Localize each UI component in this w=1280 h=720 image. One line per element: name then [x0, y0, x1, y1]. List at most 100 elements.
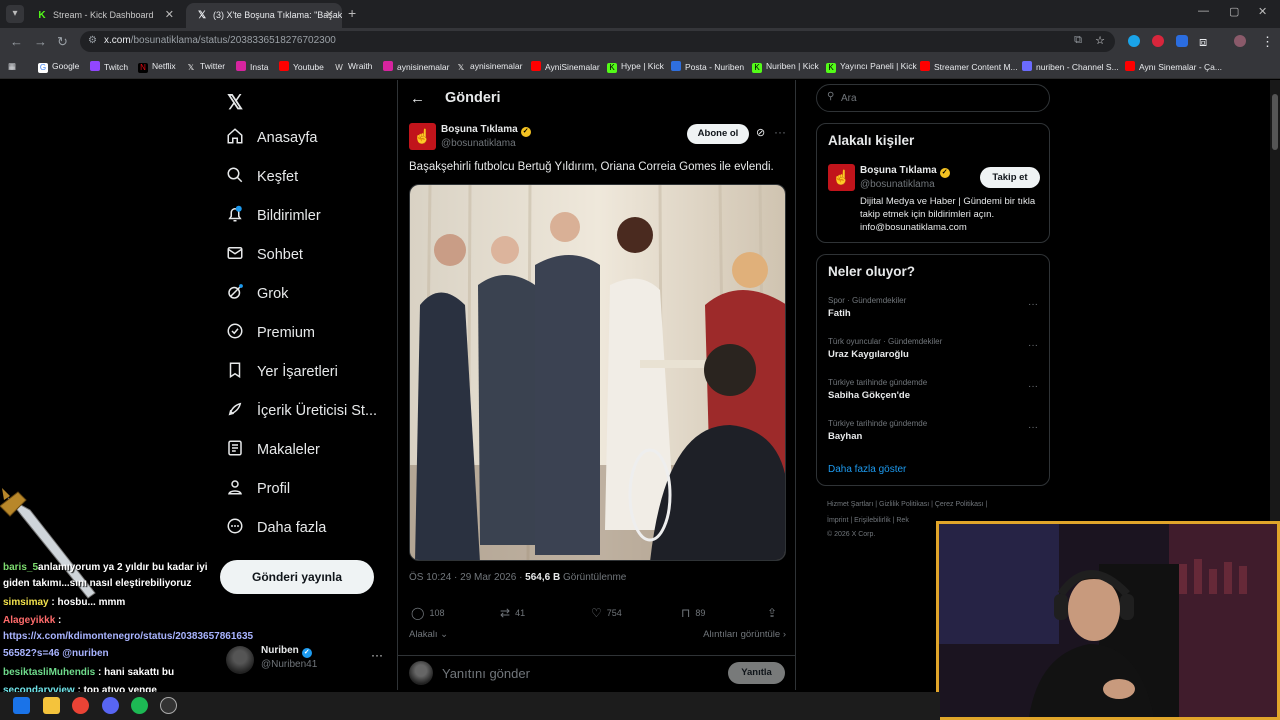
- back-arrow-icon[interactable]: ←: [410, 90, 425, 107]
- tab-x-post[interactable]: 𝕏 (3) X'te Boşuna Tıklama: "Başak ✕: [186, 3, 342, 28]
- view-quotes-link[interactable]: Alıntıları görüntüle ›: [703, 629, 786, 640]
- share-button[interactable]: ⇪: [767, 606, 782, 620]
- new-tab-icon[interactable]: +: [348, 5, 356, 21]
- forward-icon[interactable]: →: [34, 34, 47, 49]
- footer-links[interactable]: İmprint | Erişilebilirlik | Rek: [827, 517, 909, 524]
- bookmark-twitter[interactable]: 𝕏 Twitter: [186, 61, 225, 73]
- nav-grok[interactable]: Grok: [226, 281, 386, 307]
- more-icon[interactable]: ···: [774, 125, 786, 139]
- author-avatar[interactable]: ☝: [409, 123, 436, 150]
- window-close-icon[interactable]: ✕: [1258, 5, 1267, 18]
- more-icon[interactable]: ···: [1028, 299, 1038, 310]
- bookmark-nuriben-channel[interactable]: nuriben - Channel S...: [1022, 61, 1119, 72]
- nav-home[interactable]: Anasayfa: [226, 125, 386, 151]
- verified-badge-icon: [227, 323, 243, 339]
- bookmark-aynisinemalar-x[interactable]: 𝕏aynisinemalar: [456, 61, 523, 73]
- bookmark-button[interactable]: ⊓ 89: [681, 606, 705, 620]
- trend-item[interactable]: Spor · Gündemdekiler Fatih ···: [828, 296, 1038, 319]
- bookmark-google[interactable]: G Google: [38, 61, 79, 73]
- x-logo-icon[interactable]: 𝕏: [227, 90, 243, 115]
- search-icon: ⚲: [827, 91, 835, 102]
- relevance-dropdown[interactable]: Alakalı ⌄: [409, 629, 448, 640]
- nav-creator-studio[interactable]: İçerik Üreticisi St...: [226, 398, 386, 424]
- nav-explore[interactable]: Keşfet: [226, 164, 386, 190]
- trend-item[interactable]: Türkiye tarihinde gündemde Sabiha Gökçen…: [828, 378, 1038, 401]
- show-more-link[interactable]: Daha fazla göster: [828, 464, 906, 475]
- chat-link[interactable]: 56582?s=46 @nuriben: [3, 648, 109, 659]
- bookmark-aynisinemalar-yt[interactable]: AyniSinemalar: [531, 61, 600, 72]
- tab-kick-dashboard[interactable]: K Stream - Kick Dashboard ✕: [26, 3, 182, 28]
- reply-button[interactable]: ◯ 108: [411, 606, 444, 620]
- wedding-photo: [410, 185, 785, 560]
- post-button[interactable]: Gönderi yayınla: [220, 560, 374, 594]
- grok-icon[interactable]: ⊘: [756, 126, 765, 139]
- nav-articles[interactable]: Makaleler: [226, 437, 386, 463]
- bookmark-aynisinemalar[interactable]: aynisinemalar: [383, 61, 449, 72]
- steam-icon[interactable]: [160, 697, 177, 714]
- repost-button[interactable]: ⇄ 41: [500, 606, 525, 620]
- trend-item[interactable]: Türkiye tarihinde gündemde Bayhan ···: [828, 419, 1038, 442]
- search-input[interactable]: ⚲ Ara: [816, 84, 1050, 112]
- url-input[interactable]: ⚙ x.com/bosunatiklama/status/20383365182…: [80, 31, 1115, 52]
- footer-links[interactable]: Hizmet Şartları | Gizlilik Politikası | …: [827, 501, 987, 508]
- bookmark-youtube[interactable]: Youtube: [279, 61, 324, 72]
- chrome-icon[interactable]: [72, 697, 89, 714]
- account-switcher[interactable]: Nuriben ✓ @Nuriben41 ···: [226, 644, 396, 676]
- person-avatar[interactable]: ☝: [828, 164, 855, 191]
- back-icon[interactable]: ←: [10, 34, 23, 49]
- trend-item[interactable]: Türk oyuncular · Gündemdekiler Uraz Kayg…: [828, 337, 1038, 360]
- subscribe-button[interactable]: Abone ol: [687, 124, 749, 144]
- follow-button[interactable]: Takip et: [980, 167, 1040, 188]
- shield-icon[interactable]: [1176, 35, 1188, 47]
- mail-icon: [227, 247, 243, 259]
- more-icon[interactable]: ···: [371, 648, 383, 662]
- nav-bookmarks[interactable]: Yer İşaretleri: [226, 359, 386, 385]
- post-image[interactable]: [409, 184, 786, 561]
- more-icon[interactable]: ···: [1028, 381, 1038, 392]
- apps-icon[interactable]: ▦: [8, 61, 16, 72]
- more-icon[interactable]: ···: [1028, 340, 1038, 351]
- bookmark-ayni-sinemalar-ca[interactable]: Aynı Sinemalar - Ça...: [1125, 61, 1222, 72]
- reload-icon[interactable]: ↻: [57, 34, 68, 50]
- windows-start-icon[interactable]: [13, 697, 30, 714]
- bookmark-insta[interactable]: Insta: [236, 61, 268, 72]
- discord-icon[interactable]: [102, 697, 119, 714]
- nav-more[interactable]: Daha fazla: [226, 515, 386, 541]
- nav-notifications[interactable]: Bildirimler: [226, 203, 386, 229]
- nav-premium[interactable]: Premium: [226, 320, 386, 346]
- bookmark-nuriben-kick[interactable]: K Nuriben | Kick: [752, 61, 819, 73]
- site-info-icon[interactable]: ⚙: [88, 35, 97, 46]
- more-icon[interactable]: ···: [1028, 422, 1038, 433]
- chat-message: giden takımı...sını nasıl eleştirebiliyo…: [3, 578, 192, 589]
- cast-icon[interactable]: ⧉: [1074, 34, 1082, 47]
- chat-message: baris_5anlamıyorum ya 2 yıldır bu kadar …: [3, 562, 208, 573]
- bookmark-star-icon[interactable]: ☆: [1095, 34, 1105, 47]
- like-button[interactable]: ♡ 754: [591, 606, 622, 620]
- bookmark-wraith[interactable]: W Wraith: [334, 61, 372, 73]
- profile-avatar[interactable]: [1234, 35, 1246, 47]
- close-icon[interactable]: ✕: [165, 3, 174, 28]
- avatar: [226, 646, 254, 674]
- tab-search-icon[interactable]: ▾: [6, 5, 24, 23]
- extensions-icon[interactable]: ⧈: [1199, 34, 1207, 50]
- bookmark-streamer-content[interactable]: Streamer Content M...: [920, 61, 1018, 72]
- minimize-icon[interactable]: —: [1198, 5, 1209, 17]
- bookmark-hype-kick[interactable]: K Hype | Kick: [607, 61, 664, 73]
- close-icon[interactable]: ✕: [325, 3, 334, 28]
- extension-icon[interactable]: [1152, 35, 1164, 47]
- maximize-icon[interactable]: ▢: [1229, 5, 1239, 18]
- chat-link[interactable]: https://x.com/kdimontenegro/status/20383…: [3, 631, 253, 642]
- bookmark-twitch[interactable]: Twitch: [90, 61, 128, 72]
- post-text: Başakşehirli futbolcu Bertuğ Yıldırım, O…: [409, 161, 774, 173]
- menu-icon[interactable]: ⋮: [1261, 34, 1274, 50]
- reply-input[interactable]: Yanıtını gönder: [442, 666, 530, 681]
- bookmark-yayinci-paneli[interactable]: K Yayıncı Paneli | Kick: [826, 61, 917, 73]
- spotify-icon[interactable]: [131, 697, 148, 714]
- nav-chat[interactable]: Sohbet: [226, 242, 386, 268]
- extension-icon[interactable]: [1128, 35, 1140, 47]
- bookmark-posta[interactable]: Posta - Nuriben: [671, 61, 744, 72]
- file-explorer-icon[interactable]: [43, 697, 60, 714]
- bookmark-netflix[interactable]: N Netflix: [138, 61, 176, 73]
- reply-submit-button[interactable]: Yanıtla: [728, 662, 785, 684]
- nav-profile[interactable]: Profil: [226, 476, 386, 502]
